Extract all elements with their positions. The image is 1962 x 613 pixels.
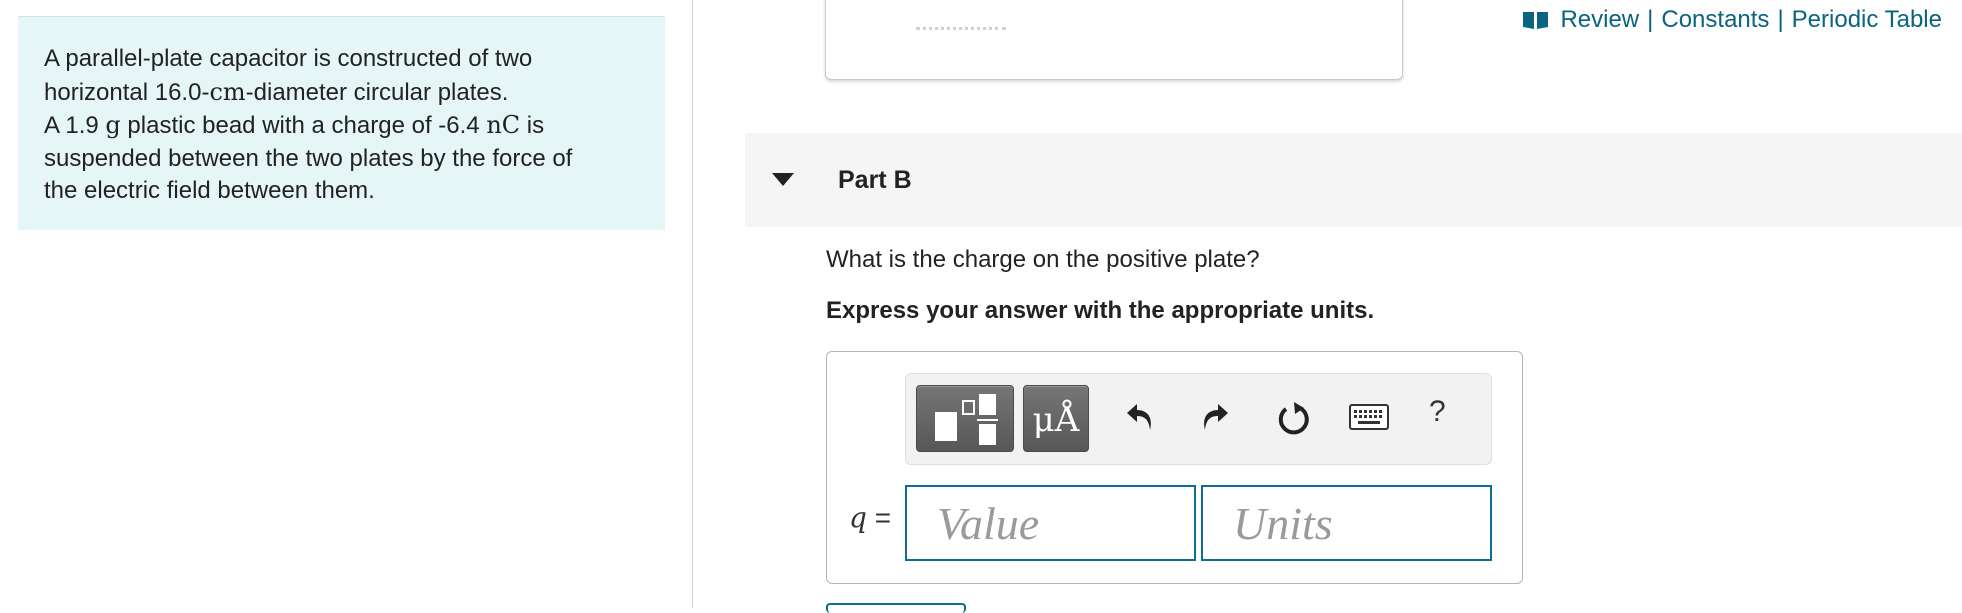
reset-icon[interactable] (1276, 400, 1312, 443)
collapse-caret-icon[interactable] (772, 170, 810, 190)
problem-text: plastic bead with a charge of -6.4 (120, 112, 487, 139)
part-header[interactable]: Part B (745, 133, 1962, 227)
answer-variable: q (849, 501, 867, 534)
keyboard-icon[interactable] (1349, 404, 1389, 437)
units-field-wrapper (1201, 485, 1492, 561)
problem-line-5: the electric field between them. (44, 175, 639, 208)
problem-text: the electric field between them. (44, 177, 375, 204)
problem-text: A parallel-plate capacitor is constructe… (44, 45, 533, 72)
unit-nc: nC (486, 111, 521, 139)
redo-icon[interactable] (1200, 400, 1230, 441)
problem-text: A 1.9 (44, 112, 106, 139)
units-button[interactable]: μÅ (1023, 385, 1089, 452)
problem-line-2: horizontal 16.0-cm-diameter circular pla… (44, 76, 639, 110)
problem-statement: A parallel-plate capacitor is constructe… (18, 16, 665, 230)
math-toolbar: μÅ ? (905, 373, 1492, 465)
problem-line-4: suspended between the two plates by the … (44, 143, 639, 176)
units-label: μÅ (1032, 400, 1080, 440)
units-input[interactable] (1201, 485, 1492, 561)
problem-text: suspended between the two plates by the … (44, 144, 573, 172)
templates-button[interactable] (916, 385, 1014, 452)
problem-text: horizontal 16.0- (44, 78, 210, 106)
constants-link[interactable]: Constants (1661, 6, 1769, 34)
review-link[interactable]: Review (1560, 6, 1639, 34)
problem-line-3: A 1.9 g plastic bead with a charge of -6… (44, 109, 639, 143)
unit-g: g (105, 111, 121, 139)
undo-icon[interactable] (1125, 400, 1155, 441)
truncated-content (916, 27, 1006, 33)
problem-text: is (520, 112, 545, 139)
problem-text: -diameter circular plates. (245, 78, 509, 106)
question-text: What is the charge on the positive plate… (826, 246, 1260, 273)
part-title: Part B (838, 165, 912, 194)
link-separator: | (1777, 6, 1784, 33)
link-separator: | (1647, 6, 1654, 33)
answer-box: μÅ ? q = (826, 351, 1523, 584)
pane-divider (692, 0, 693, 608)
submit-button[interactable] (826, 603, 966, 613)
resource-links: Review | Constants | Periodic Table (1522, 4, 1942, 36)
instruction-text: Express your answer with the appropriate… (826, 297, 1375, 324)
previous-part-card (825, 0, 1403, 80)
problem-line-1: A parallel-plate capacitor is constructe… (44, 43, 639, 76)
value-field-wrapper (905, 485, 1196, 561)
unit-cm: cm (209, 77, 246, 106)
answer-label: q = (849, 501, 891, 534)
book-icon (1522, 10, 1549, 30)
value-input[interactable] (905, 485, 1196, 561)
templates-icon (935, 394, 998, 445)
help-button[interactable]: ? (1429, 395, 1446, 429)
periodic-table-link[interactable]: Periodic Table (1792, 6, 1942, 34)
equals-sign: = (866, 502, 892, 533)
